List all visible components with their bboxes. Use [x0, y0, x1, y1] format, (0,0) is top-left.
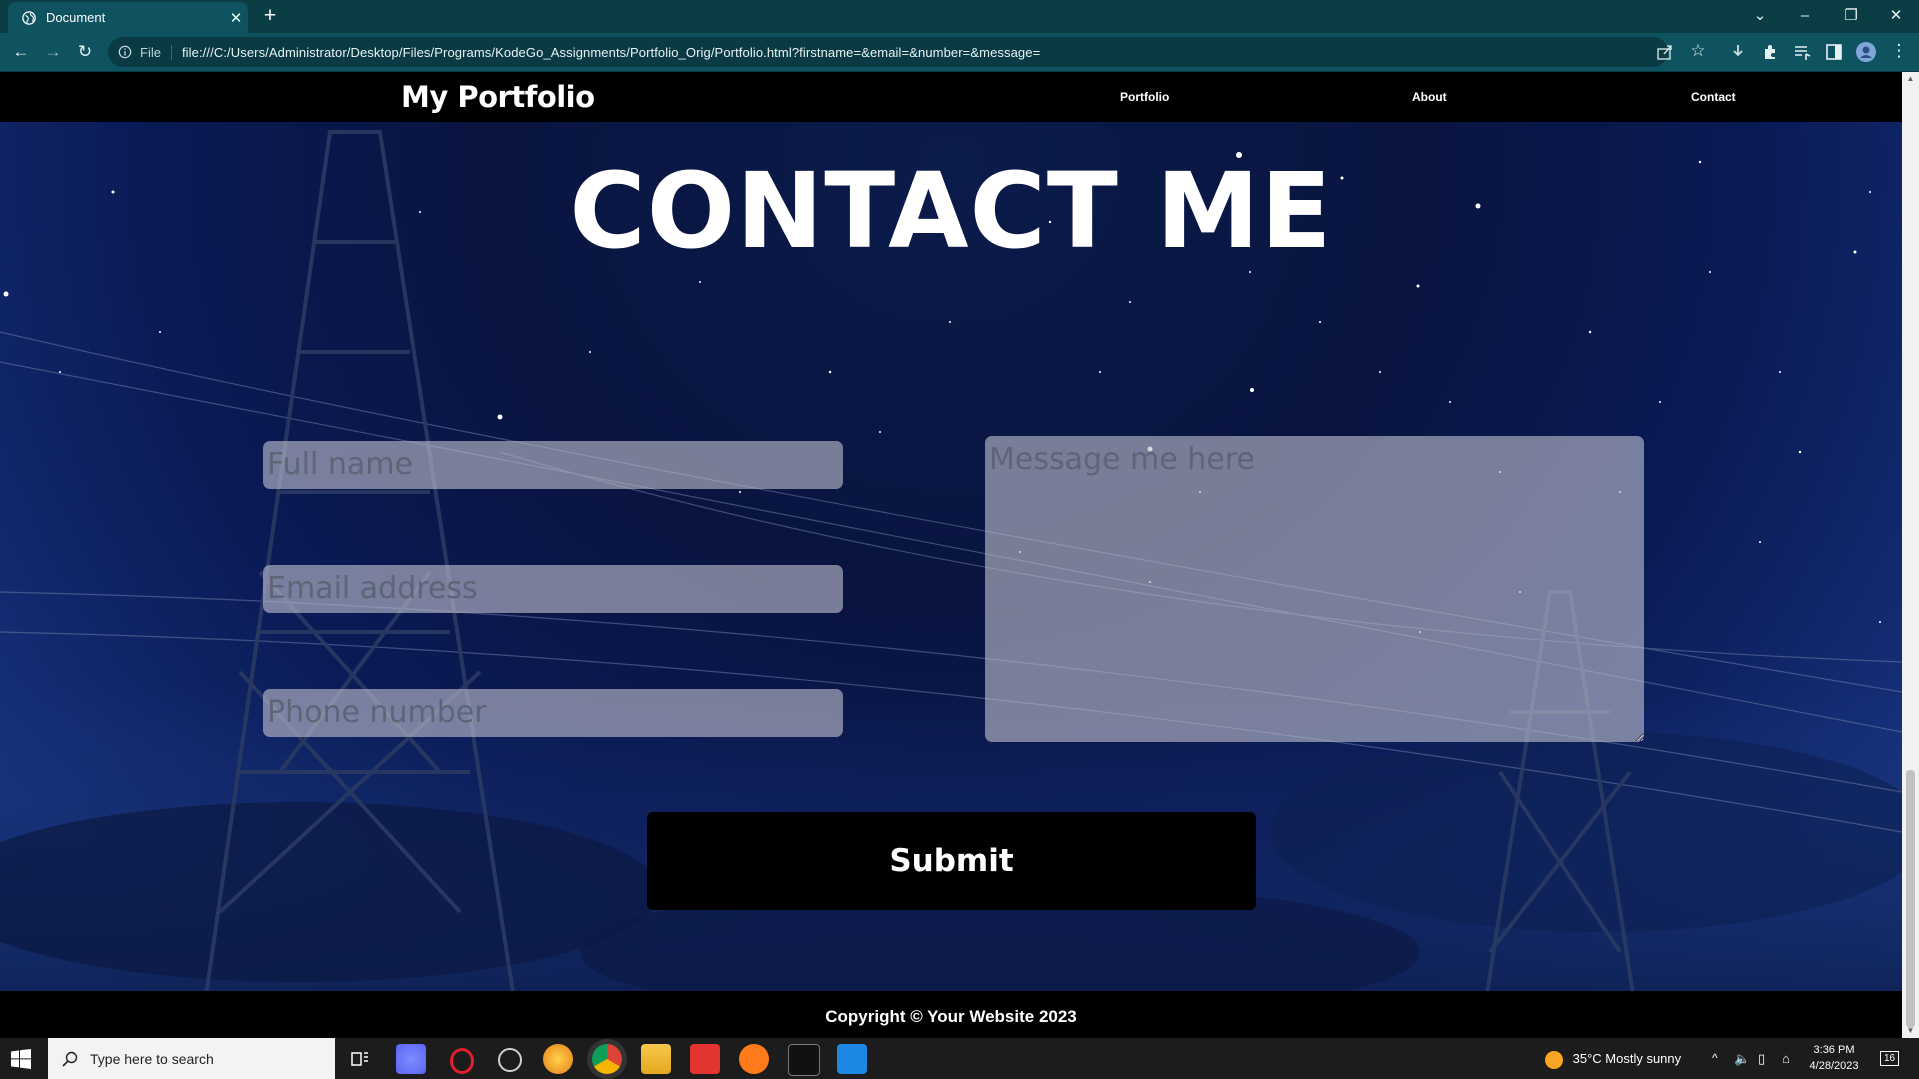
nav-link-contact[interactable]: Contact [1691, 90, 1736, 104]
notification-count: 16 [1880, 1051, 1900, 1066]
taskbar-clock[interactable]: 3:36 PM 4/28/2023 [1798, 1042, 1870, 1074]
minimize-button[interactable]: – [1785, 4, 1825, 28]
share-icon[interactable] [1654, 41, 1676, 63]
terminal-app-icon[interactable] [788, 1044, 820, 1076]
scroll-up-icon[interactable]: ▲ [1904, 74, 1917, 86]
page-viewport: My Portfolio Portfolio About Contact CON… [0, 72, 1902, 1038]
extensions-icon[interactable] [1759, 41, 1781, 63]
anydesk-app-icon[interactable] [690, 1044, 720, 1074]
browser-toolbar: ← → ↻ File file:///C:/Users/Administrato… [0, 33, 1919, 72]
task-view-icon[interactable] [345, 1044, 375, 1074]
forward-icon[interactable]: → [40, 40, 66, 64]
submit-button[interactable]: Submit [647, 812, 1256, 910]
bookmark-star-icon[interactable]: ☆ [1685, 39, 1711, 63]
tab-title: Document [46, 10, 106, 25]
scroll-down-icon[interactable]: ▼ [1904, 1026, 1917, 1038]
download-icon[interactable] [1727, 41, 1749, 63]
info-icon[interactable] [118, 45, 132, 59]
reading-list-icon[interactable] [1791, 41, 1813, 63]
network-icon[interactable]: ⌂ [1782, 1038, 1790, 1079]
close-window-button[interactable]: ✕ [1876, 4, 1916, 28]
search-placeholder: Type here to search [90, 1050, 214, 1067]
tab-search-icon[interactable]: ⌄ [1740, 4, 1780, 28]
brave-app-icon[interactable] [543, 1044, 573, 1074]
taskbar-search-box[interactable]: Type here to search [48, 1038, 335, 1079]
file-scheme-chip: File [140, 44, 172, 60]
file-explorer-icon[interactable] [641, 1044, 671, 1074]
speaker-icon[interactable]: 🔈 [1734, 1038, 1750, 1079]
globe-icon [22, 10, 36, 25]
email-input[interactable] [263, 565, 843, 613]
weather-widget[interactable]: 35°C Mostly sunny [1545, 1038, 1681, 1079]
browser-menu-icon[interactable]: ⋮ [1886, 39, 1912, 63]
side-panel-icon[interactable] [1823, 41, 1845, 63]
full-name-input[interactable] [263, 441, 843, 489]
weather-text: 35°C Mostly sunny [1572, 1051, 1682, 1066]
address-bar[interactable]: File file:///C:/Users/Administrator/Desk… [108, 37, 1668, 67]
tray-chevron-icon[interactable]: ^ [1712, 1038, 1718, 1079]
windows-taskbar: Type here to search 35°C Mostly sunny ^ … [0, 1038, 1919, 1079]
sublime-app-icon[interactable] [739, 1044, 769, 1074]
nav-link-portfolio[interactable]: Portfolio [1120, 90, 1169, 104]
discord-app-icon[interactable] [396, 1044, 426, 1074]
notification-center-icon[interactable]: 16 [1880, 1038, 1900, 1079]
opera-app-icon[interactable] [450, 1048, 474, 1074]
search-icon [62, 1051, 78, 1067]
url-text[interactable]: file:///C:/Users/Administrator/Desktop/F… [182, 45, 1040, 60]
profile-avatar-icon[interactable] [1855, 41, 1877, 63]
reload-icon[interactable]: ↻ [72, 40, 98, 64]
site-navbar: My Portfolio Portfolio About Contact [0, 72, 1902, 122]
phone-input[interactable] [263, 689, 843, 737]
nav-link-about[interactable]: About [1412, 90, 1447, 104]
message-textarea[interactable] [985, 436, 1644, 742]
browser-tab-bar: Document ✕ + ⌄ – ❐ ✕ [0, 0, 1919, 33]
page-title: CONTACT ME [569, 150, 1333, 272]
chrome-app-icon[interactable] [592, 1044, 622, 1074]
back-icon[interactable]: ← [8, 40, 34, 64]
restore-button[interactable]: ❐ [1831, 4, 1871, 28]
clock-date: 4/28/2023 [1809, 1060, 1859, 1072]
tab-close-icon[interactable]: ✕ [224, 9, 248, 27]
scrollbar-thumb[interactable] [1906, 770, 1915, 1028]
vscode-app-icon[interactable] [837, 1044, 867, 1074]
browser-tab[interactable]: Document ✕ [8, 2, 248, 33]
github-desktop-icon[interactable] [498, 1048, 522, 1072]
clock-time: 3:36 PM [1813, 1044, 1855, 1056]
windows-start-icon[interactable] [11, 1049, 31, 1069]
new-tab-button[interactable]: + [258, 5, 282, 29]
site-footer: Copyright © Your Website 2023 [0, 991, 1902, 1038]
battery-icon[interactable]: ▯ [1758, 1038, 1765, 1079]
site-brand[interactable]: My Portfolio [401, 80, 595, 114]
sun-icon [1545, 1050, 1563, 1069]
